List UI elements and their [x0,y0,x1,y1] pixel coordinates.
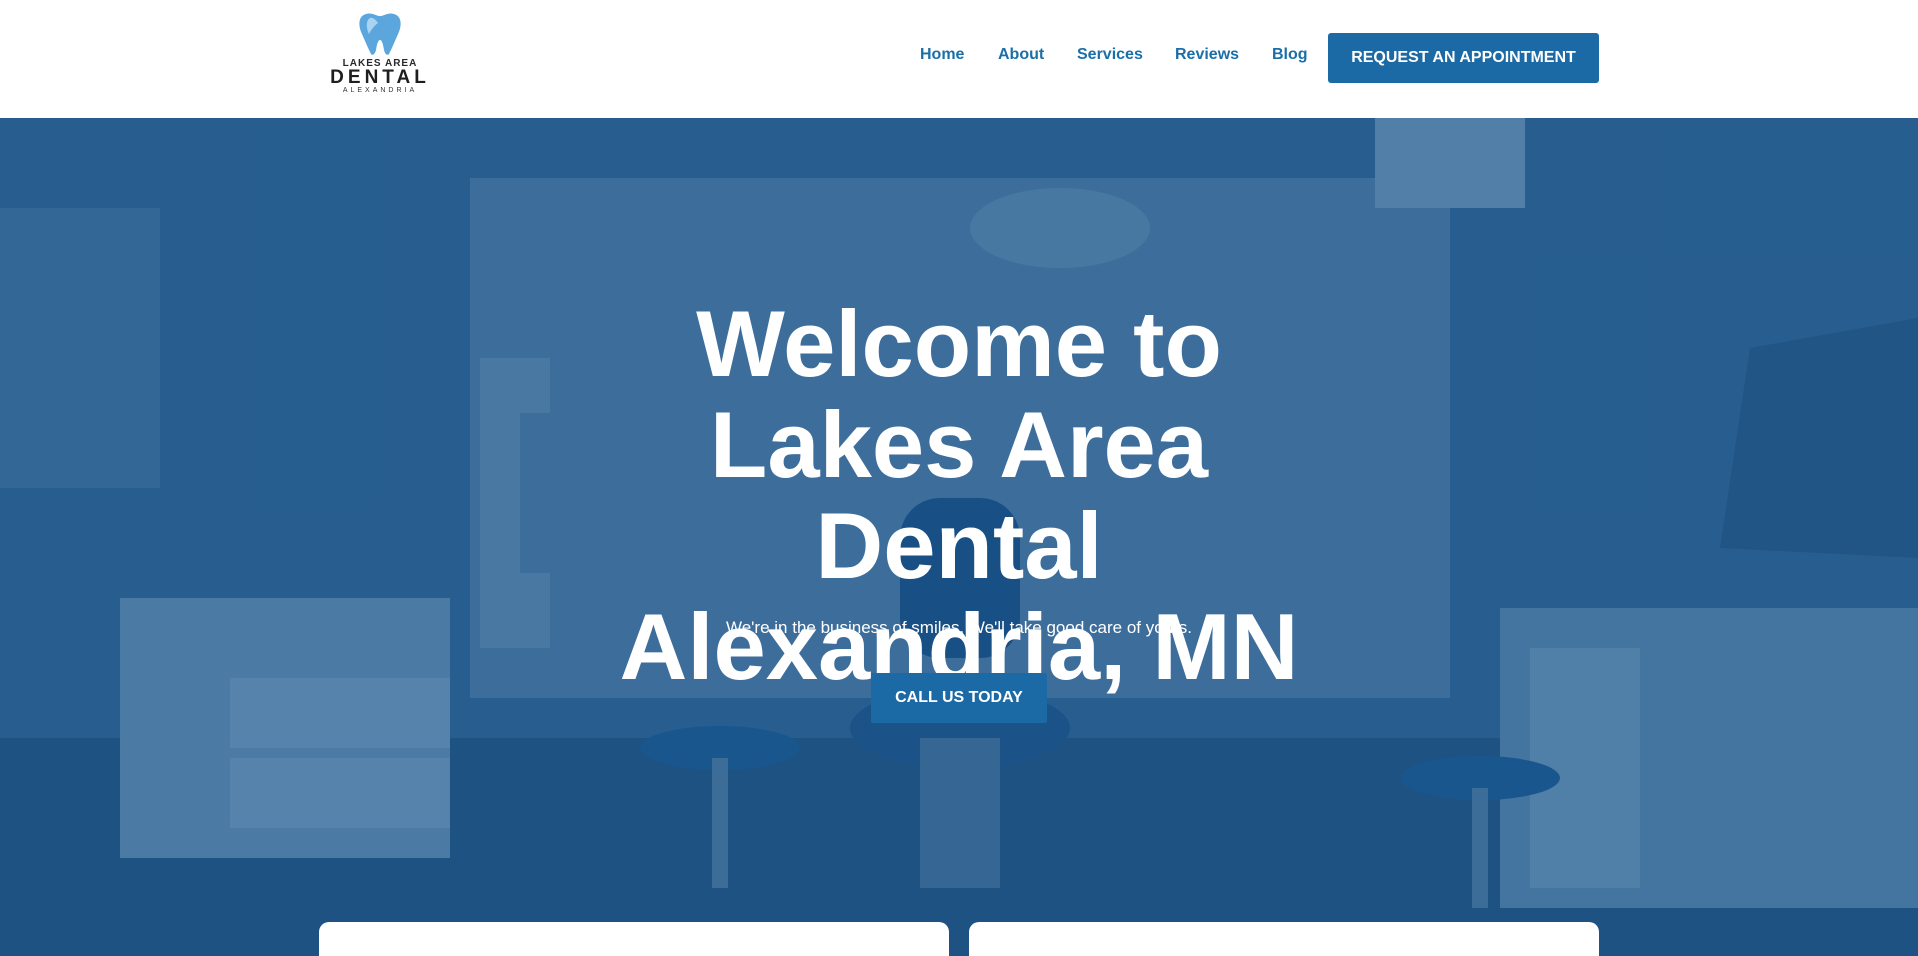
request-appointment-button[interactable]: REQUEST AN APPOINTMENT [1328,33,1599,83]
nav-services[interactable]: Services [1077,46,1143,64]
info-card-right [969,922,1599,956]
site-logo[interactable]: LAKES AREA DENTAL ALEXANDRIA [330,10,430,106]
logo-line-2: DENTAL [330,67,430,88]
hero-subtitle: We're in the business of smiles. We'll t… [725,618,1193,637]
tooth-icon [359,13,401,55]
call-us-button[interactable]: CALL US TODAY [871,673,1047,723]
site-header: LAKES AREA DENTAL ALEXANDRIA Home About … [0,0,1918,118]
hero-section: Welcome to Lakes Area Dental Alexandria,… [0,118,1918,956]
info-card-left [319,922,949,956]
nav-blog[interactable]: Blog [1272,46,1308,64]
logo-line-3: ALEXANDRIA [342,87,418,94]
nav-home[interactable]: Home [920,46,964,64]
nav-about[interactable]: About [998,46,1044,64]
nav-reviews[interactable]: Reviews [1175,46,1239,64]
